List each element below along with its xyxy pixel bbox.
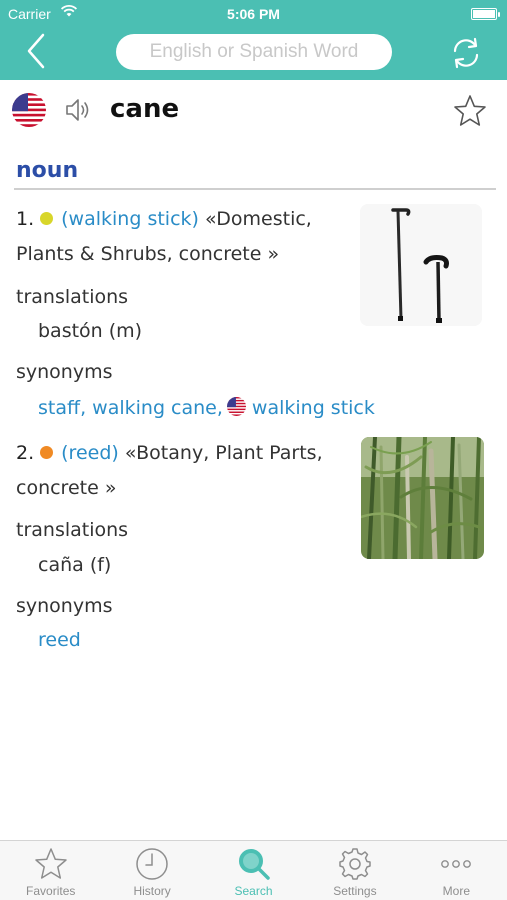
us-flag-icon [12, 93, 46, 127]
swap-language-button[interactable] [447, 34, 485, 72]
back-button[interactable] [18, 30, 54, 72]
tab-search[interactable]: Search [203, 841, 304, 900]
translations-label: translations [16, 286, 129, 308]
tab-more[interactable]: More [406, 841, 507, 900]
speaker-icon [66, 99, 89, 121]
star-outline-icon [454, 95, 486, 126]
sense-domain: «Domestic, [204, 208, 312, 230]
synonyms-list: staff, walking cane, walking stick [38, 397, 375, 419]
sense-gloss[interactable]: (reed) [61, 442, 119, 464]
status-bar: Carrier 5:06 PM [0, 0, 507, 28]
ellipsis-icon [441, 860, 472, 868]
sense-number: 2. [16, 442, 35, 464]
synonyms-label: synonyms [16, 361, 113, 383]
sense-gloss[interactable]: (walking stick) [61, 208, 199, 230]
walking-cane-image [360, 204, 482, 326]
sense-2-header: 2. (reed) «Botany, Plant Parts, [16, 436, 323, 470]
sense-1-domain-cont: Plants & Shrubs, concrete » [16, 243, 280, 265]
clock-icon [136, 848, 168, 880]
star-icon [34, 848, 67, 879]
tab-label: Favorites [26, 884, 76, 898]
search-input[interactable] [129, 41, 379, 63]
reed-plant-image [361, 437, 484, 559]
tab-favorites[interactable]: Favorites [0, 841, 101, 900]
gear-icon [339, 848, 371, 880]
sense-domain: «Botany, Plant Parts, [124, 442, 323, 464]
headword: cane [110, 94, 180, 124]
translation-value: bastón (m) [38, 320, 143, 342]
synonym-link-english[interactable]: walking stick [252, 397, 375, 419]
us-flag-icon [226, 397, 246, 416]
magnifier-icon [238, 849, 270, 880]
tab-label: Settings [333, 884, 377, 898]
tab-label: History [133, 884, 171, 898]
battery-icon [471, 8, 500, 20]
tab-label: More [442, 884, 470, 898]
synonym-link[interactable]: staff, walking cane, [38, 397, 223, 419]
synonyms-list: reed [38, 629, 81, 651]
sense-number: 1. [16, 208, 35, 230]
sense-2-domain-cont: concrete » [16, 477, 117, 499]
search-field[interactable] [116, 34, 392, 70]
navigation-header: Carrier 5:06 PM [0, 0, 507, 80]
tab-history[interactable]: History [101, 841, 202, 900]
pronunciation-button[interactable] [64, 96, 92, 124]
clock-time: 5:06 PM [227, 6, 280, 22]
divider [14, 188, 496, 190]
refresh-swap-icon [453, 37, 479, 69]
tab-label: Search [234, 884, 273, 898]
sense-1-header: 1. (walking stick) «Domestic, [16, 202, 312, 236]
chevron-left-icon [27, 33, 45, 69]
tab-bar: Favorites History Search Settings More [0, 840, 507, 900]
sense-dot-icon [40, 212, 54, 225]
synonyms-label: synonyms [16, 595, 113, 617]
translation-value: caña (f) [38, 554, 112, 576]
favorite-button[interactable] [453, 94, 487, 128]
sense-dot-icon [40, 446, 54, 459]
tab-settings[interactable]: Settings [304, 841, 405, 900]
synonym-link[interactable]: reed [38, 629, 81, 651]
part-of-speech: noun [16, 158, 79, 183]
translations-label: translations [16, 519, 129, 541]
